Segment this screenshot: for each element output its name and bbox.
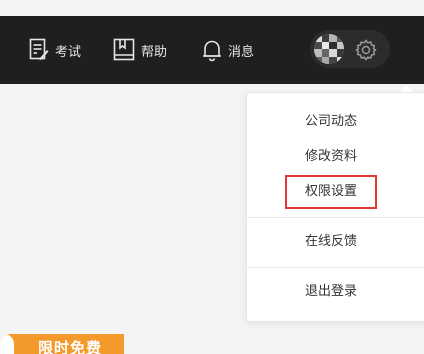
menu-item-logout[interactable]: 退出登录 <box>242 275 420 309</box>
exam-paper-icon <box>29 38 49 62</box>
menu-item-label: 退出登录 <box>304 284 357 299</box>
menu-item-label: 权限设置 <box>285 175 377 209</box>
promo-badge[interactable]: 限时免费 <box>0 334 124 354</box>
user-dropdown-menu: 公司动态 修改资料 权限设置 在线反馈 退出登录 <box>246 92 424 322</box>
nav-item-exam[interactable]: 考试 <box>29 16 81 84</box>
promo-badge-label: 限时免费 <box>38 339 103 354</box>
menu-item-label: 公司动态 <box>304 114 357 129</box>
book-icon <box>113 38 135 62</box>
menu-item-online-feedback[interactable]: 在线反馈 <box>242 225 420 259</box>
user-menu-trigger[interactable] <box>310 30 390 68</box>
nav-item-help[interactable]: 帮助 <box>113 16 167 84</box>
promo-badge-notch <box>0 334 14 354</box>
gear-icon[interactable] <box>355 39 377 65</box>
bell-icon <box>202 38 222 62</box>
top-navbar: 考试 帮助 消息 <box>0 16 424 84</box>
menu-item-label: 修改资料 <box>304 149 357 164</box>
nav-item-messages[interactable]: 消息 <box>202 16 254 84</box>
nav-item-label: 消息 <box>228 44 255 60</box>
avatar[interactable] <box>314 34 344 64</box>
nav-item-label: 帮助 <box>141 44 168 60</box>
menu-item-edit-profile[interactable]: 修改资料 <box>242 140 420 174</box>
nav-item-label: 考试 <box>55 44 82 60</box>
menu-item-label: 在线反馈 <box>304 234 357 249</box>
menu-divider <box>247 217 424 218</box>
menu-divider <box>247 267 424 268</box>
top-strip <box>0 0 424 16</box>
menu-item-company-news[interactable]: 公司动态 <box>242 105 420 139</box>
menu-item-permission-settings[interactable]: 权限设置 <box>242 175 420 209</box>
